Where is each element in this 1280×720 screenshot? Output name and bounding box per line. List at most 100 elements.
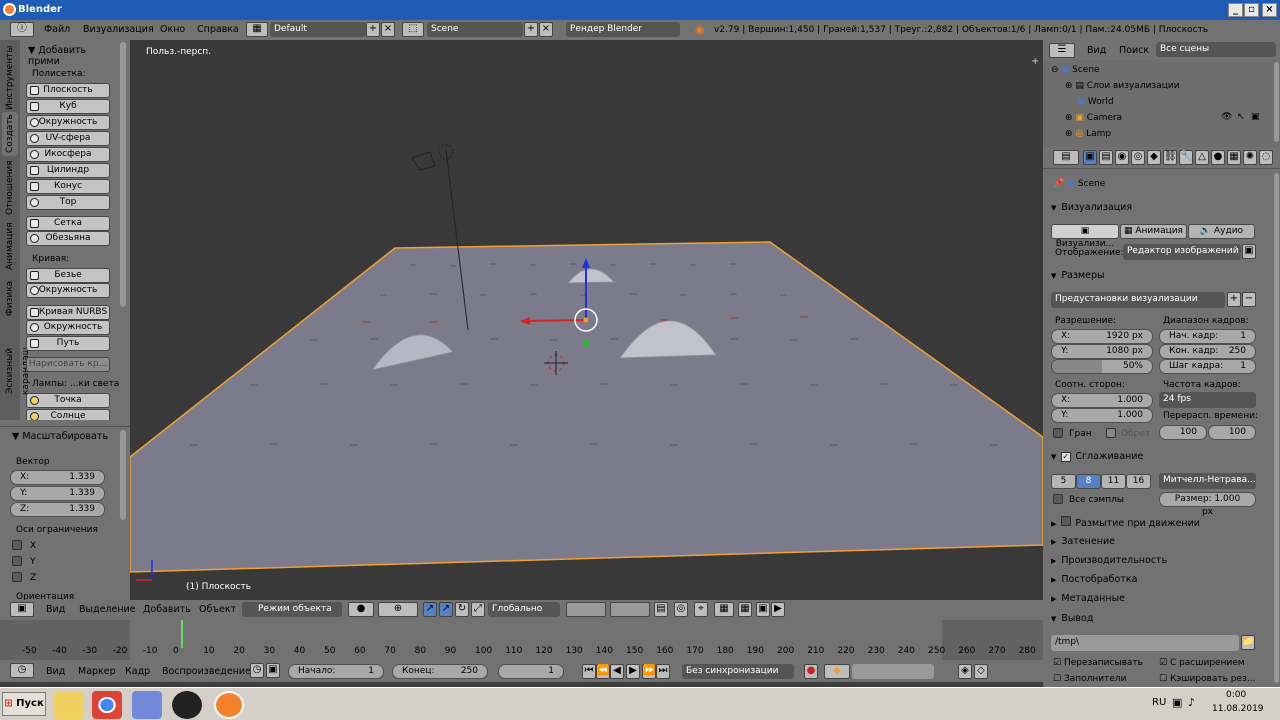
add-circle-button[interactable]: Окружность <box>26 115 110 130</box>
render-context-icon[interactable]: ▣ <box>1083 150 1097 165</box>
metadata-panel-header[interactable]: Метаданные <box>1051 593 1125 604</box>
start-frame-field[interactable]: Нач. кадр: 1 <box>1159 329 1256 344</box>
render-preview-icon[interactable]: ▣ <box>756 602 770 617</box>
add-primitive-header[interactable]: ▼ Добавить прими <box>28 45 120 67</box>
pivot-select-icon[interactable]: ⊕ <box>378 602 418 617</box>
end-frame-field[interactable]: Конец: 250 <box>392 664 488 679</box>
constraint-y-checkbox[interactable] <box>12 556 22 566</box>
scene-icon[interactable]: ⬚ <box>402 22 424 37</box>
physics-context-icon[interactable]: ◌ <box>1259 150 1273 165</box>
timeline-menu-frame[interactable]: Кадр <box>125 666 150 677</box>
outliner-menu-search[interactable]: Поиск <box>1119 45 1149 56</box>
timeline-menu-playback[interactable]: Воспроизведение <box>162 666 251 677</box>
tab-animation[interactable]: Анимация <box>2 220 18 272</box>
start-frame-field[interactable]: Начало: 1 <box>288 664 384 679</box>
render-view-icon[interactable]: ▣ <box>1242 244 1256 259</box>
timeline-menu-view[interactable]: Вид <box>46 666 65 677</box>
particles-context-icon[interactable]: ✺ <box>1243 150 1257 165</box>
file-extensions-toggle[interactable]: ☑ С расширением <box>1159 658 1245 668</box>
add-nurbs-circle-button[interactable]: Окружность N... <box>26 320 110 345</box>
remove-scene-button[interactable]: × <box>539 22 553 37</box>
outliner-editor-type-icon[interactable]: ☰ <box>1049 43 1075 58</box>
display-select[interactable]: Редактор изображений <box>1123 244 1241 260</box>
outliner-item-render-layers[interactable]: ⊕ ▤ Слои визуализации <box>1065 81 1180 91</box>
output-path-field[interactable]: /tmp\ <box>1051 635 1239 651</box>
aa-samples-8[interactable]: 8 <box>1076 474 1101 489</box>
screen-layout-field[interactable]: Default <box>270 22 366 37</box>
translate-manipulator-icon[interactable]: ↗ <box>439 602 453 617</box>
timeline-menu-marker[interactable]: Маркер <box>78 666 116 677</box>
remap-old-field[interactable]: 100 <box>1159 425 1207 440</box>
add-grid-button[interactable]: Сетка <box>26 216 110 231</box>
antialiasing-checkbox[interactable]: ✓ <box>1061 452 1072 462</box>
output-folder-icon[interactable]: 📁 <box>1241 635 1255 650</box>
preview-range-icon[interactable]: ◷ <box>250 663 264 678</box>
outliner-item-scene[interactable]: ⊖ ◉ Scene <box>1051 65 1100 75</box>
properties-toggle-icon[interactable]: + <box>1031 56 1039 67</box>
camera-visibility-icon[interactable]: 👁 <box>1221 112 1232 122</box>
add-cone-button[interactable]: Конус <box>26 179 110 194</box>
volume-icon[interactable]: ♪ <box>1188 696 1195 709</box>
resolution-y-field[interactable]: Y: 1080 px <box>1051 344 1153 359</box>
sync-mode-select[interactable]: Без синхронизации <box>682 664 794 679</box>
world-context-icon[interactable]: ◎ <box>1131 150 1145 165</box>
scale-y-field[interactable]: Y: 1.339 <box>10 486 105 501</box>
scale-z-field[interactable]: Z: 1.339 <box>10 502 105 517</box>
clock-date[interactable]: 11.08.2019 <box>1212 704 1264 714</box>
add-preset-button[interactable]: + <box>1227 292 1241 307</box>
add-plane-button[interactable]: Плоскость <box>26 83 110 98</box>
manipulator-toggle-icon[interactable]: ↗ <box>423 602 437 617</box>
add-point-lamp-button[interactable]: Точка <box>26 393 110 408</box>
texture-context-icon[interactable]: ▦ <box>1227 150 1241 165</box>
current-frame-field[interactable]: 1 <box>498 664 564 679</box>
play-icon[interactable]: ▶ <box>626 664 640 679</box>
add-bezier-circle-button[interactable]: Окружность <box>26 283 110 298</box>
play-reverse-icon[interactable]: ◀ <box>610 664 624 679</box>
rotate-manipulator-icon[interactable]: ↻ <box>455 602 469 617</box>
render-image-button[interactable]: ▣ Визуализи... <box>1051 224 1119 249</box>
add-screen-button[interactable]: + <box>366 22 380 37</box>
lock-range-icon[interactable]: ▣ <box>266 663 280 678</box>
data-context-icon[interactable]: △ <box>1195 150 1209 165</box>
chrome-icon[interactable] <box>92 691 122 719</box>
material-context-icon[interactable]: ● <box>1211 150 1225 165</box>
placeholders-toggle[interactable]: ☐ Заполнители <box>1053 674 1126 684</box>
outliner-menu-view[interactable]: Вид <box>1087 45 1106 56</box>
close-button[interactable]: × <box>1262 3 1277 17</box>
aa-filter-select[interactable]: Митчелл-Нетрава... <box>1159 473 1256 489</box>
layers-second-block[interactable] <box>610 602 650 617</box>
start-button[interactable]: ⊞ Пуск <box>2 692 46 716</box>
maximize-button[interactable]: ▫ <box>1244 3 1259 17</box>
tab-physics[interactable]: Физика <box>2 276 18 320</box>
draw-curve-button[interactable]: Нарисовать кр... <box>26 357 110 372</box>
object-context-icon[interactable]: ◆ <box>1147 150 1161 165</box>
layers-first-block[interactable] <box>566 602 606 617</box>
outliner-display-select[interactable]: Все сцены <box>1156 42 1276 57</box>
motion-blur-panel-header[interactable]: Размытие при движении <box>1051 516 1200 529</box>
add-scene-button[interactable]: + <box>524 22 538 37</box>
post-processing-panel-header[interactable]: Постобработка <box>1051 574 1137 585</box>
jump-end-icon[interactable]: ⏭ <box>656 664 670 679</box>
menu-object[interactable]: Объект <box>199 604 236 615</box>
constraint-z-checkbox[interactable] <box>12 572 22 582</box>
constraints-context-icon[interactable]: ⛓ <box>1163 150 1177 165</box>
insert-keyframe-icon[interactable]: ◈ <box>958 664 972 679</box>
info-editor-type-icon[interactable]: ⓘ <box>10 22 34 37</box>
menu-add[interactable]: Добавить <box>143 604 191 615</box>
menu-select[interactable]: Выделение <box>79 604 136 615</box>
viewport-editor-type-icon[interactable]: ▣ <box>10 602 34 617</box>
delete-keyframe-icon[interactable]: ◇ <box>974 664 988 679</box>
menu-window[interactable]: Окно <box>160 24 185 35</box>
aspect-y-field[interactable]: Y: 1.000 <box>1051 408 1153 423</box>
discord-icon[interactable] <box>132 691 162 719</box>
scene-field[interactable]: Scene <box>427 22 523 37</box>
menu-render[interactable]: Визуализация <box>83 24 154 35</box>
current-frame-indicator[interactable] <box>181 620 183 648</box>
end-frame-field[interactable]: Кон. кадр: 250 <box>1159 344 1256 359</box>
outliner-scrollbar[interactable] <box>1274 62 1279 142</box>
gizmo-x-arrow[interactable] <box>527 319 587 322</box>
render-audio-button[interactable]: 🔊 Аудио <box>1188 224 1255 239</box>
tab-create[interactable]: Создать <box>2 112 18 156</box>
full-sample-checkbox[interactable] <box>1053 494 1063 504</box>
remove-preset-button[interactable]: − <box>1242 292 1256 307</box>
